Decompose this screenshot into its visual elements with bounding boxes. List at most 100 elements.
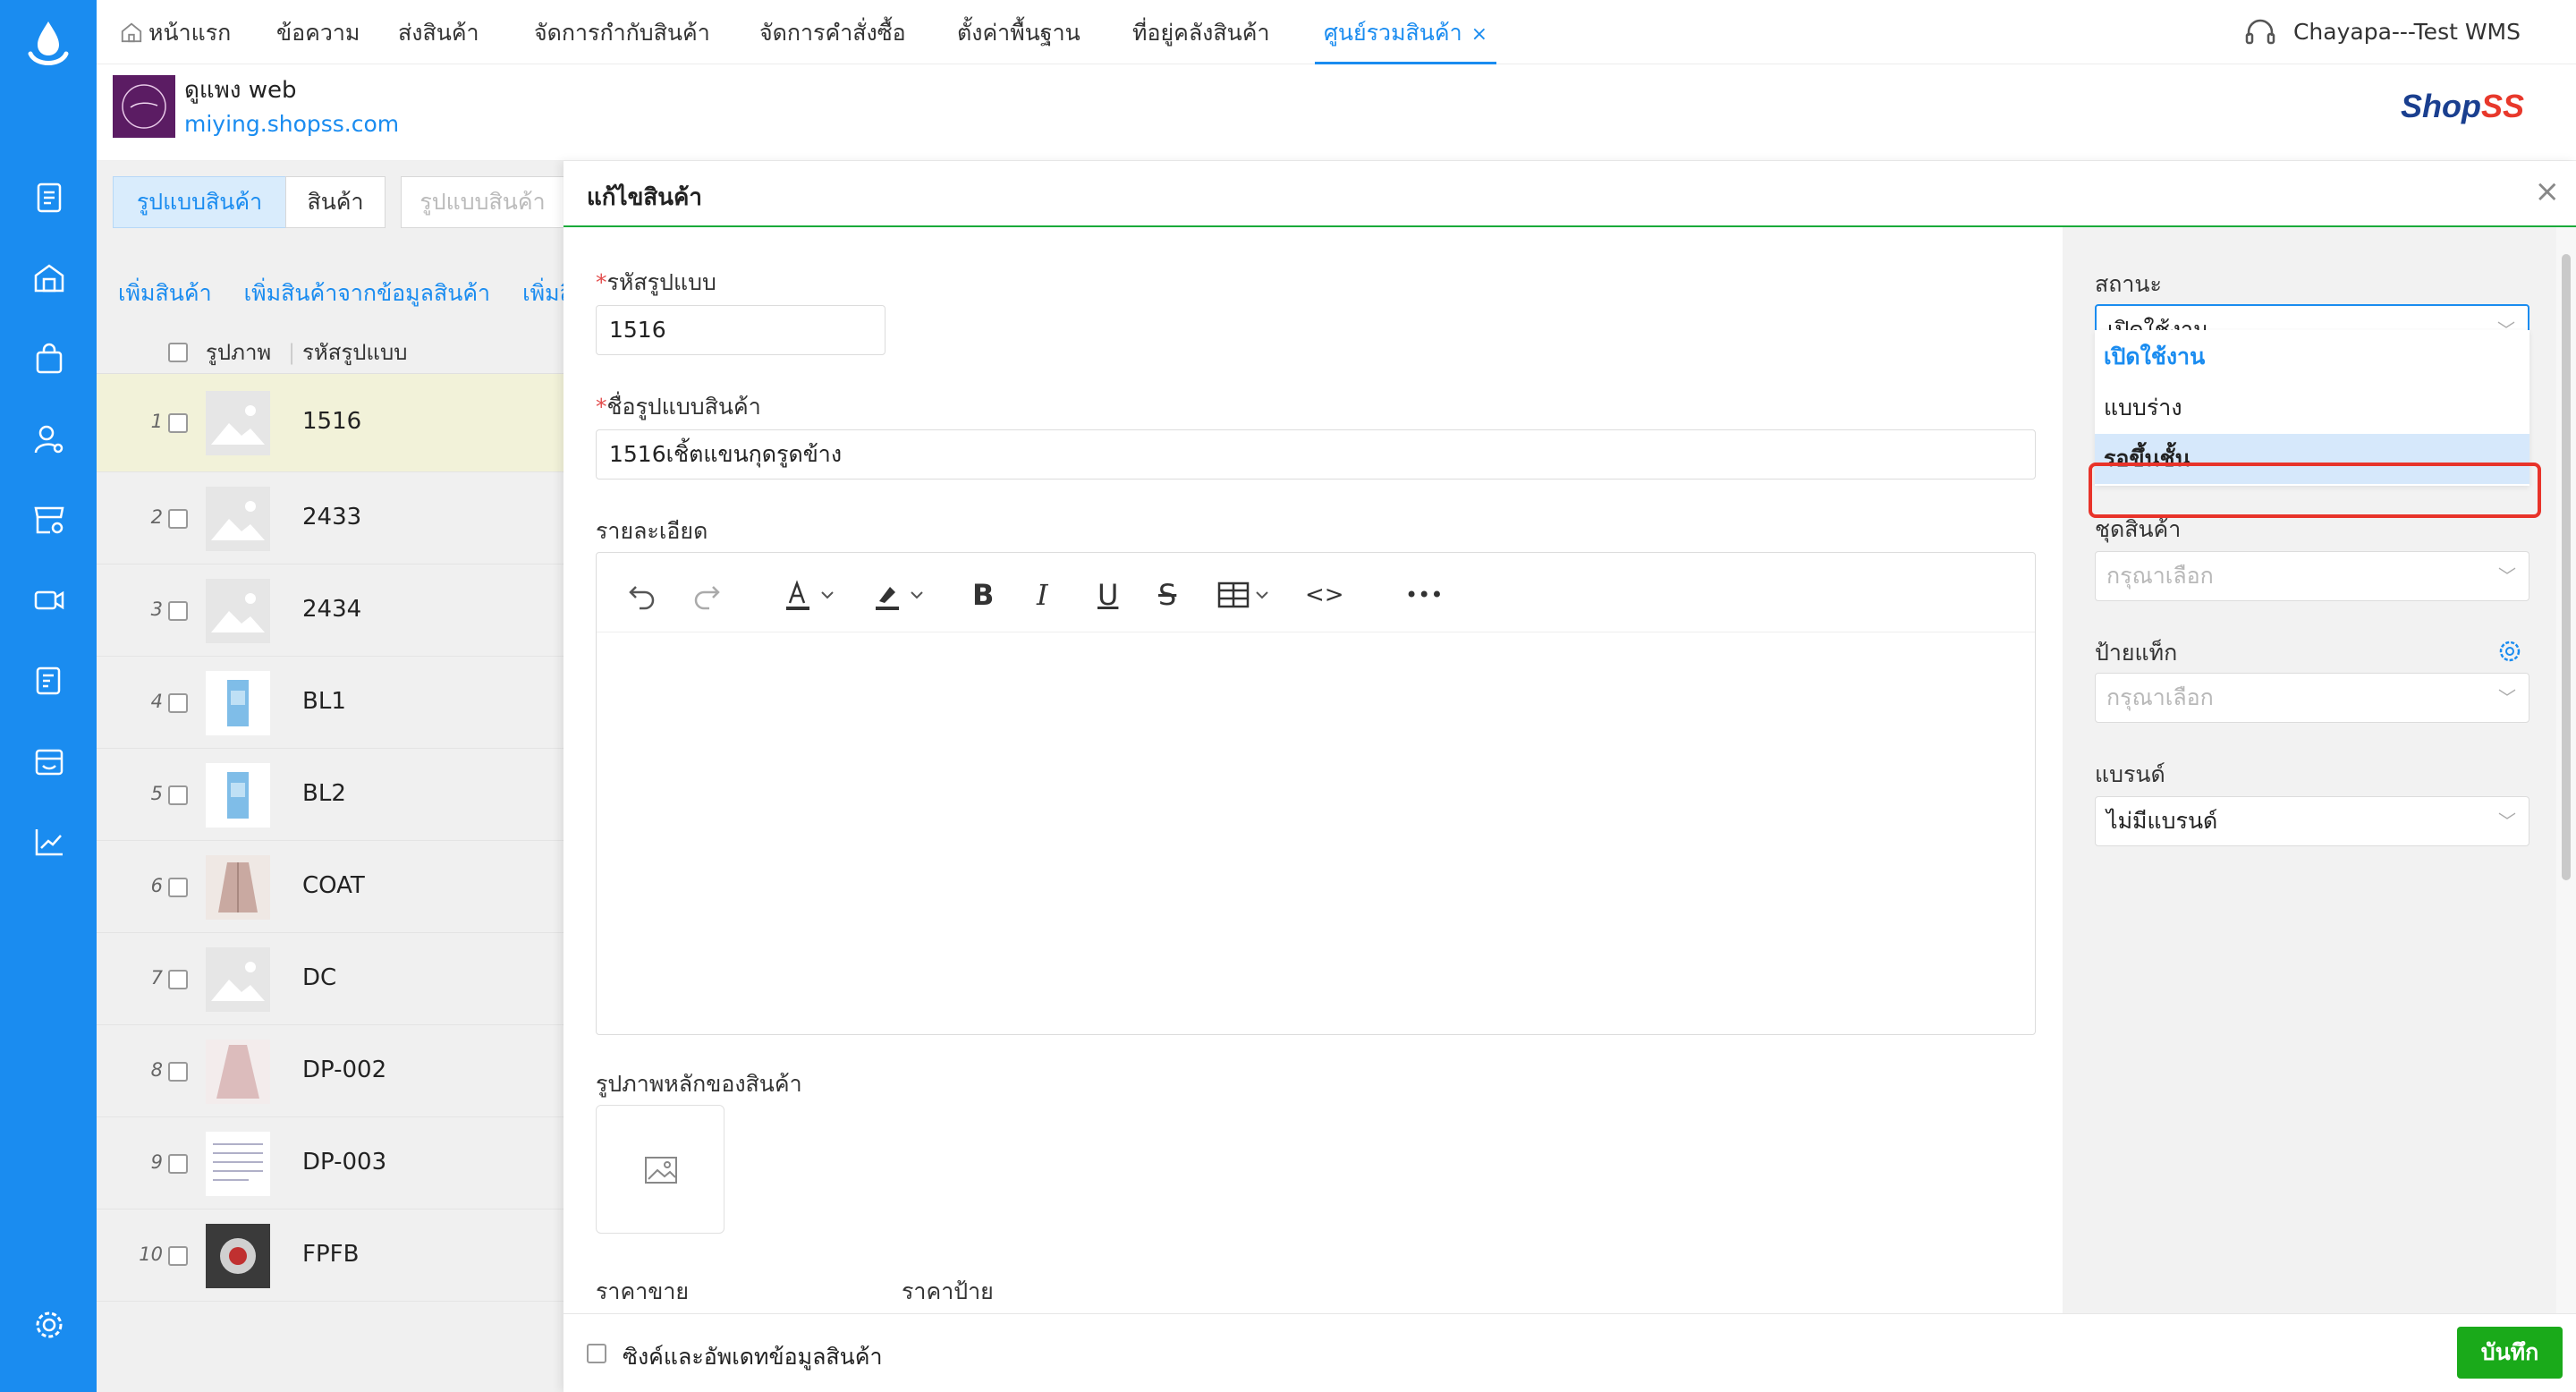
segment-product-style[interactable]: รูปแบบสินค้า: [113, 176, 286, 228]
row-style-code: 1516: [302, 408, 362, 435]
video-icon[interactable]: [32, 583, 66, 617]
code-label-text: รหัสรูปแบบ: [606, 269, 716, 295]
shopping-bag-icon[interactable]: [32, 342, 66, 376]
strikethrough-button[interactable]: S: [1158, 577, 1176, 613]
product-thumbnail: [206, 578, 270, 643]
tag-price-label: ราคาป้าย: [902, 1278, 994, 1304]
tab-home[interactable]: หน้าแรก: [120, 0, 231, 64]
row-checkbox[interactable]: [168, 692, 188, 713]
table-row[interactable]: 3 2434: [97, 564, 564, 657]
shopss-logo: ShopSS: [2401, 88, 2524, 125]
add-from-data-link[interactable]: เพิ่มสินค้าจากข้อมูลสินค้า: [244, 280, 490, 306]
redo-icon[interactable]: [691, 580, 722, 610]
segment-product-style-2[interactable]: รูปแบบสินค้า: [401, 176, 564, 228]
brand-select[interactable]: ไม่มีแบรนด์ ﹀: [2095, 796, 2529, 846]
tab-shipping[interactable]: ส่งสินค้า: [398, 0, 479, 64]
row-checkbox[interactable]: [168, 1153, 188, 1174]
segment-product[interactable]: สินค้า: [285, 176, 386, 228]
table-row[interactable]: 4 BL1: [97, 657, 564, 749]
tab-product-management[interactable]: จัดการกำกับสินค้า: [534, 0, 710, 64]
edit-list-icon[interactable]: [32, 664, 66, 698]
chevron-down-icon: ﹀: [2498, 811, 2516, 832]
row-checkbox[interactable]: [168, 600, 188, 621]
tab-messages[interactable]: ข้อความ: [276, 0, 360, 64]
scrollbar-thumb[interactable]: [2562, 254, 2571, 880]
row-number: 9: [150, 1150, 163, 1173]
row-checkbox[interactable]: [168, 877, 188, 897]
shop-logo: [113, 75, 175, 138]
brand-part-ss: SS: [2480, 88, 2524, 124]
highlight-color-icon[interactable]: [876, 580, 929, 612]
bold-button[interactable]: B: [972, 577, 994, 613]
panel-title: แก้ไขสินค้า: [587, 184, 702, 211]
more-options-button[interactable]: •••: [1405, 577, 1443, 613]
warehouse-icon[interactable]: [32, 261, 66, 295]
font-color-icon[interactable]: [786, 580, 840, 612]
option-enabled[interactable]: เปิดใช้งาน: [2095, 332, 2529, 382]
undo-icon[interactable]: [627, 580, 657, 610]
product-thumbnail: [206, 1039, 270, 1104]
select-all-checkbox[interactable]: [168, 343, 188, 362]
close-icon[interactable]: ×: [2535, 174, 2561, 209]
row-checkbox[interactable]: [168, 785, 188, 805]
underline-button[interactable]: U: [1097, 577, 1118, 613]
product-thumbnail: [206, 946, 270, 1012]
product-set-select[interactable]: กรุณาเลือก ﹀: [2095, 551, 2529, 601]
tab-basic-settings[interactable]: ตั้งค่าพื้นฐาน: [957, 0, 1080, 64]
row-checkbox[interactable]: [168, 969, 188, 989]
table-row[interactable]: 6 COAT: [97, 841, 564, 933]
table-row[interactable]: 2 2433: [97, 472, 564, 564]
image-placeholder-icon: [645, 1157, 677, 1184]
image-upload-box[interactable]: [596, 1105, 724, 1234]
italic-button[interactable]: I: [1037, 577, 1048, 613]
chevron-down-icon: ﹀: [2498, 687, 2516, 709]
chart-trend-icon[interactable]: [32, 825, 66, 859]
tag-label: ป้ายแท็ก: [2095, 640, 2178, 666]
user-account[interactable]: Chayapa---Test WMS: [2293, 0, 2521, 64]
tab-product-center[interactable]: ศูนย์รวมสินค้า ×: [1315, 0, 1497, 64]
chevron-down-icon: ﹀: [2498, 565, 2516, 587]
tab-close-icon[interactable]: ×: [1471, 23, 1487, 46]
shop-url-link[interactable]: miying.shopss.com: [184, 111, 399, 137]
row-checkbox[interactable]: [168, 508, 188, 529]
row-number: 6: [150, 874, 163, 896]
save-button[interactable]: บันทึก: [2457, 1327, 2563, 1379]
style-name-input[interactable]: 1516เชิ้ตแขนกุดรูดข้าง: [596, 429, 2036, 480]
headset-icon[interactable]: [2243, 16, 2277, 50]
table-row[interactable]: 7 DC: [97, 933, 564, 1025]
table-row[interactable]: 8 DP-002: [97, 1025, 564, 1117]
document-icon[interactable]: [32, 181, 66, 215]
panel-scrollbar[interactable]: [2556, 227, 2576, 1319]
store-settings-icon[interactable]: [32, 503, 66, 537]
tab-label: หน้าแรก: [148, 20, 232, 46]
sync-label: ซิงค์และอัพเดทข้อมูลสินค้า: [623, 1344, 883, 1370]
row-number: 8: [150, 1058, 163, 1081]
product-thumbnail: [206, 1131, 270, 1196]
table-header: รูปภาพ | รหัสรูปแบบ: [97, 331, 564, 374]
sidebar: [0, 0, 97, 1392]
code-view-button[interactable]: <>: [1305, 577, 1344, 613]
user-settings-icon[interactable]: [32, 422, 66, 456]
option-draft[interactable]: แบบร่าง: [2095, 383, 2529, 433]
app-logo-icon[interactable]: [27, 20, 70, 72]
sync-checkbox[interactable]: [587, 1344, 606, 1363]
table-row[interactable]: 10 FPFB: [97, 1210, 564, 1302]
table-row[interactable]: 9 DP-003: [97, 1117, 564, 1210]
settings-gear-icon[interactable]: [32, 1308, 66, 1342]
tag-select[interactable]: กรุณาเลือก ﹀: [2095, 673, 2529, 723]
tab-order-management[interactable]: จัดการคำสั่งซื้อ: [759, 0, 906, 64]
row-checkbox[interactable]: [168, 1245, 188, 1266]
row-checkbox[interactable]: [168, 413, 188, 433]
table-icon[interactable]: [1217, 580, 1276, 612]
style-code-input[interactable]: 1516: [596, 305, 886, 355]
brand-label: แบรนด์: [2095, 761, 2165, 787]
header-divider: |: [288, 340, 296, 365]
table-row[interactable]: 5 BL2: [97, 749, 564, 841]
shop-icon[interactable]: [32, 744, 66, 778]
table-row[interactable]: 1 1516: [97, 374, 564, 472]
product-thumbnail: [206, 762, 270, 828]
tab-warehouse-address[interactable]: ที่อยู่คลังสินค้า: [1132, 0, 1270, 64]
tag-settings-gear-icon[interactable]: [2497, 639, 2522, 664]
add-product-link[interactable]: เพิ่มสินค้า: [118, 280, 212, 306]
row-checkbox[interactable]: [168, 1061, 188, 1082]
